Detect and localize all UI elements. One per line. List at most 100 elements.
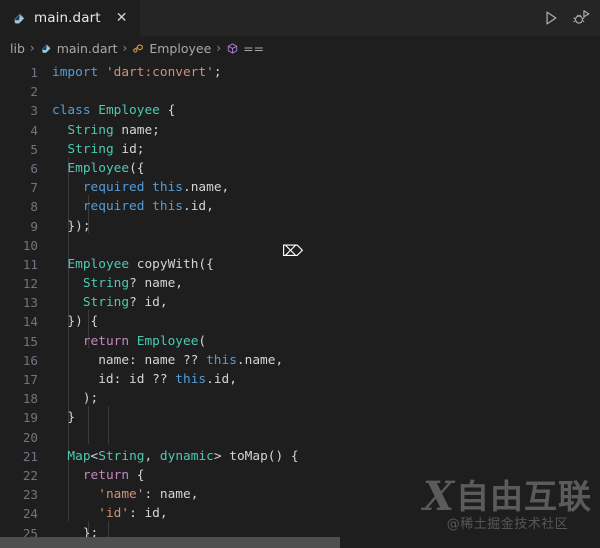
- code-line[interactable]: 15 return Employee(: [0, 332, 600, 351]
- breadcrumb-separator-icon: ›: [122, 41, 128, 55]
- code-line[interactable]: 23 'name': name,: [0, 485, 600, 504]
- code-token: this: [206, 352, 237, 368]
- line-source[interactable]: }) {: [52, 312, 600, 331]
- code-line[interactable]: 4 String name;: [0, 121, 600, 140]
- line-source[interactable]: );: [52, 389, 600, 408]
- code-token: .id,: [183, 199, 214, 215]
- code-token: return: [82, 467, 137, 483]
- line-number: 17: [22, 372, 38, 387]
- code-line[interactable]: 9 });: [0, 217, 600, 236]
- breadcrumb-item-main-dart[interactable]: main.dart: [40, 41, 118, 56]
- scrollbar-thumb[interactable]: [0, 537, 340, 548]
- code-token: );: [52, 391, 99, 407]
- line-source[interactable]: id: id ?? this.id,: [52, 370, 600, 389]
- code-token: copyWith({: [129, 256, 214, 272]
- line-source[interactable]: name: name ?? this.name,: [52, 351, 600, 370]
- code-line[interactable]: 12 String? name,: [0, 274, 600, 293]
- code-line[interactable]: 2: [0, 82, 600, 101]
- code-line[interactable]: 17 id: id ?? this.id,: [0, 370, 600, 389]
- code-line[interactable]: 14 }) {: [0, 312, 600, 331]
- breadcrumb-item-lib[interactable]: lib: [10, 41, 25, 56]
- horizontal-scrollbar[interactable]: [0, 537, 600, 548]
- operator-symbol-icon: [226, 42, 239, 55]
- code-line[interactable]: 21 Map<String, dynamic> toMap() {: [0, 447, 600, 466]
- code-token: String: [67, 141, 114, 157]
- code-lines[interactable]: 1 import 'dart:convert'; 2 3 class Employee …: [0, 60, 600, 548]
- tab-main-dart[interactable]: main.dart ✕: [0, 0, 141, 36]
- editor-actions: [542, 0, 600, 36]
- line-source[interactable]: 'name': name,: [52, 485, 600, 504]
- breadcrumb-separator-icon: ›: [29, 41, 35, 55]
- close-icon[interactable]: ✕: [114, 11, 130, 25]
- breadcrumb-item-operator[interactable]: ==: [226, 41, 264, 56]
- line-source[interactable]: 'id': id,: [52, 504, 600, 523]
- code-token: name: name ??: [52, 352, 207, 368]
- code-line[interactable]: 19 }: [0, 408, 600, 427]
- code-line[interactable]: 20: [0, 428, 600, 447]
- line-number: 14: [22, 314, 38, 330]
- line-source[interactable]: import 'dart:convert';: [52, 63, 600, 82]
- code-line[interactable]: 18 );: [0, 389, 600, 408]
- code-line[interactable]: 8 required this.id,: [0, 197, 600, 216]
- line-source[interactable]: Employee({: [52, 159, 600, 178]
- breadcrumb-label: lib: [10, 40, 25, 56]
- line-source[interactable]: String? name,: [52, 274, 600, 293]
- line-source[interactable]: required this.name,: [52, 178, 600, 197]
- line-source[interactable]: }: [52, 408, 600, 427]
- line-number: 8: [30, 199, 38, 215]
- code-token: }: [52, 410, 76, 426]
- code-line[interactable]: 7 required this.name,: [0, 178, 600, 197]
- line-source[interactable]: String name;: [52, 121, 600, 140]
- line-source[interactable]: required this.id,: [52, 197, 600, 216]
- line-source[interactable]: String id;: [52, 140, 600, 159]
- code-line[interactable]: 10: [0, 236, 600, 255]
- breadcrumb-label: Employee: [149, 40, 212, 56]
- code-line[interactable]: 11 Employee copyWith({: [0, 255, 600, 274]
- breadcrumb-item-employee[interactable]: Employee: [132, 41, 211, 56]
- code-line[interactable]: 6 Employee({: [0, 159, 600, 178]
- code-line[interactable]: 13 String? id,: [0, 293, 600, 312]
- line-source[interactable]: String? id,: [52, 293, 600, 312]
- line-number: 23: [22, 487, 38, 503]
- line-source[interactable]: [52, 82, 600, 101]
- code-line[interactable]: 22 return {: [0, 466, 600, 485]
- code-line[interactable]: 16 name: name ?? this.name,: [0, 351, 600, 370]
- class-symbol-icon: [132, 42, 145, 55]
- code-token: });: [52, 218, 91, 234]
- code-token: String: [82, 276, 130, 292]
- code-line[interactable]: 3 class Employee {: [0, 101, 600, 120]
- code-editor[interactable]: 1 import 'dart:convert'; 2 3 class Employee …: [0, 60, 600, 548]
- code-token: ,: [144, 448, 160, 464]
- code-token: ;: [213, 65, 222, 80]
- code-token: Employee: [67, 160, 130, 176]
- line-source[interactable]: class Employee {: [52, 101, 600, 120]
- play-triangle-icon[interactable]: [542, 9, 560, 27]
- line-number: 1: [30, 65, 38, 80]
- code-line[interactable]: 1 import 'dart:convert';: [0, 63, 600, 82]
- code-token: .id,: [206, 372, 237, 387]
- code-line[interactable]: 5 String id;: [0, 140, 600, 159]
- code-token: required: [82, 180, 153, 196]
- line-source[interactable]: return Employee(: [52, 332, 600, 351]
- line-source[interactable]: [52, 428, 600, 447]
- line-number: 6: [30, 160, 38, 176]
- breadcrumb-label: ==: [243, 40, 265, 56]
- line-source[interactable]: return {: [52, 466, 600, 485]
- line-source[interactable]: Map<String, dynamic> toMap() {: [52, 447, 600, 466]
- code-line[interactable]: 24 'id': id,: [0, 504, 600, 523]
- line-source[interactable]: });: [52, 217, 600, 236]
- line-number: 19: [22, 410, 38, 426]
- code-token: Map: [67, 448, 91, 464]
- line-source[interactable]: Employee copyWith({: [52, 255, 600, 274]
- line-source[interactable]: [52, 236, 600, 255]
- debug-bug-play-icon[interactable]: [572, 9, 590, 27]
- code-token: }) {: [52, 314, 99, 330]
- line-number: 21: [22, 448, 38, 464]
- editor-tab-bar: main.dart ✕: [0, 0, 600, 36]
- line-number: 20: [22, 429, 38, 445]
- line-number: 15: [22, 333, 38, 349]
